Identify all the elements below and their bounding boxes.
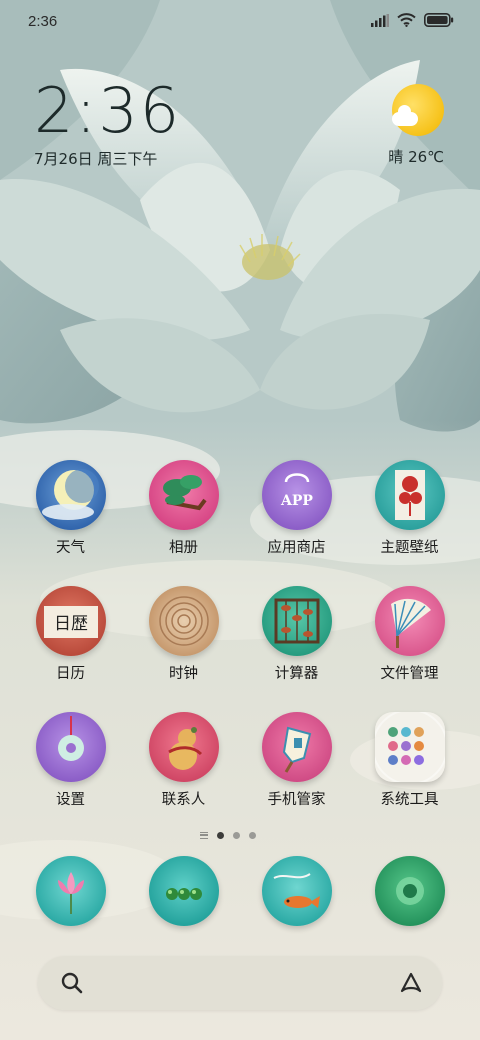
app-store-icon: APP	[261, 460, 332, 530]
jade-disc-icon	[35, 712, 106, 782]
battery-icon	[424, 13, 454, 27]
tools-folder-icon	[374, 712, 445, 782]
page-dot	[249, 831, 256, 839]
weather-text: 晴 26℃	[388, 148, 444, 166]
app-contacts[interactable]: 联系人	[127, 712, 240, 808]
app-themes[interactable]: 主题壁纸	[353, 460, 466, 556]
status-icons	[371, 13, 454, 27]
page-indicator[interactable]	[200, 829, 270, 841]
app-label: 计算器	[274, 666, 319, 682]
status-time: 2:36	[28, 13, 58, 30]
app-label: 时钟	[169, 666, 198, 682]
app-clock[interactable]: 时钟	[127, 586, 240, 682]
cloud-icon	[392, 105, 418, 126]
app-calculator[interactable]: 计算器	[240, 586, 353, 682]
clock-widget[interactable]: 2:36 7月26日 周三下午	[34, 80, 181, 169]
dock-app-camera[interactable]	[353, 856, 466, 926]
page-list-icon	[200, 831, 208, 839]
tree-rings-icon	[148, 586, 219, 656]
app-weather[interactable]: 天气	[14, 460, 127, 556]
page-dot-active	[217, 831, 224, 839]
dock	[14, 856, 466, 926]
app-label: 日历	[56, 666, 85, 682]
app-gallery[interactable]: 相册	[127, 460, 240, 556]
app-settings[interactable]: 设置	[14, 712, 127, 808]
dock-app-phone[interactable]	[14, 856, 127, 926]
gourd-icon	[148, 712, 219, 782]
app-system-tools[interactable]: 系统工具	[353, 712, 466, 808]
clock-date: 7月26日 周三下午	[34, 150, 158, 168]
wifi-icon	[397, 13, 416, 27]
search-icon[interactable]	[60, 971, 84, 995]
svg-text:APP: APP	[280, 493, 313, 509]
app-store[interactable]: APP 应用商店	[240, 460, 353, 556]
app-label: 主题壁纸	[380, 540, 439, 556]
koi-fish-icon	[261, 856, 332, 926]
app-label: 设置	[56, 792, 85, 808]
pine-tree-icon	[148, 460, 219, 530]
clock-time: 2:36	[34, 74, 182, 147]
weather-widget[interactable]: 晴 26℃	[364, 84, 444, 170]
app-file-manager[interactable]: 文件管理	[353, 586, 466, 682]
app-label: 系统工具	[380, 792, 439, 808]
dock-app-messages[interactable]	[127, 856, 240, 926]
search-bar[interactable]	[38, 956, 442, 1010]
lotus-icon	[35, 856, 106, 926]
shield-tag-icon	[261, 712, 332, 782]
signal-icon	[371, 13, 389, 27]
moon-icon	[35, 460, 106, 530]
folding-fan-icon	[374, 586, 445, 656]
chat-bubbles-icon	[148, 856, 219, 926]
app-phone-manager[interactable]: 手机管家	[240, 712, 353, 808]
app-grid: 天气 相册 APP 应用商店 主题壁纸 日歴 日历 时钟 计算器 文件管理 设置…	[14, 460, 466, 808]
svg-text:日歴: 日歴	[54, 614, 88, 634]
calendar-scroll-icon: 日歴	[35, 586, 106, 656]
abacus-icon	[261, 586, 332, 656]
lotus-leaf-icon	[374, 856, 445, 926]
app-label: 天气	[56, 540, 85, 556]
app-label: 相册	[169, 540, 198, 556]
flower-paper-cut-icon	[374, 460, 445, 530]
assistant-icon[interactable]	[398, 970, 424, 996]
app-label: 手机管家	[267, 792, 326, 808]
dock-app-browser[interactable]	[240, 856, 353, 926]
app-calendar[interactable]: 日歴 日历	[14, 586, 127, 682]
page-dot	[233, 831, 240, 839]
app-label: 应用商店	[267, 540, 326, 556]
status-bar: 2:36	[0, 0, 480, 40]
app-label: 联系人	[161, 792, 206, 808]
app-label: 文件管理	[380, 666, 439, 682]
